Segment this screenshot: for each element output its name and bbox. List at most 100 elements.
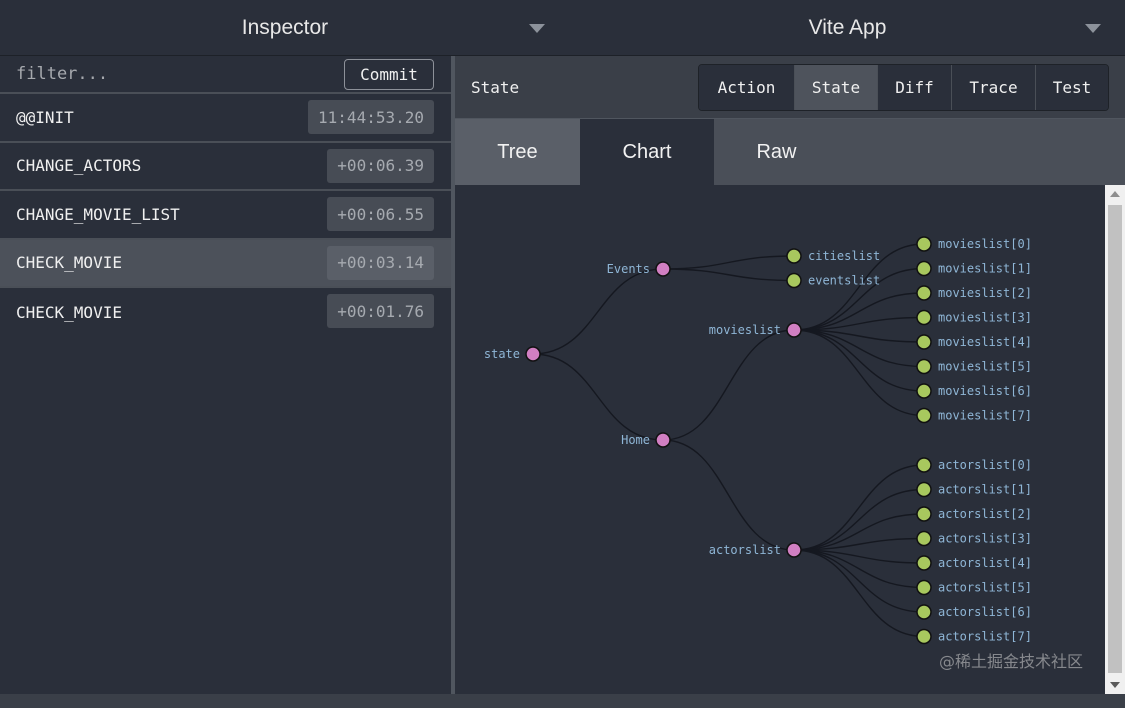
commit-button[interactable]: Commit bbox=[344, 59, 434, 90]
tree-node-label: Events bbox=[607, 262, 650, 276]
tree-node[interactable] bbox=[916, 506, 932, 522]
action-name: CHECK_MOVIE bbox=[16, 302, 122, 322]
tree-node[interactable] bbox=[525, 346, 541, 362]
tree-link bbox=[793, 464, 925, 551]
tree-node[interactable] bbox=[916, 457, 932, 473]
tree-node-label: movieslist[7] bbox=[938, 409, 1032, 423]
tab-bar: Tree Chart Raw bbox=[455, 119, 1125, 185]
tree-node[interactable] bbox=[655, 261, 671, 277]
monitor-header: State Action State Diff Trace Test bbox=[455, 56, 1125, 119]
filter-bar: filter... Commit bbox=[0, 56, 451, 94]
tree-node-label: actorslist bbox=[709, 543, 781, 557]
action-item[interactable]: @@INIT 11:44:53.20 bbox=[0, 94, 451, 143]
state-tree-svg: state Events citieslist eventslist Home movie… bbox=[484, 236, 1032, 645]
button-test[interactable]: Test bbox=[1036, 65, 1108, 110]
action-item[interactable]: CHECK_MOVIE +00:03.14 bbox=[0, 239, 451, 288]
tree-link bbox=[662, 329, 795, 441]
action-list: @@INIT 11:44:53.20 CHANGE_ACTORS +00:06.39 C… bbox=[0, 94, 451, 337]
top-bar: Inspector Vite App bbox=[0, 0, 1125, 56]
action-item[interactable]: CHECK_MOVIE +00:01.76 bbox=[0, 288, 451, 337]
tree-node[interactable] bbox=[786, 272, 802, 289]
bottom-strip bbox=[0, 694, 1125, 708]
tree-node[interactable] bbox=[916, 628, 932, 645]
tree-node[interactable] bbox=[786, 322, 802, 338]
scroll-down-icon[interactable] bbox=[1110, 682, 1120, 688]
tree-link bbox=[662, 439, 795, 551]
tab-chart[interactable]: Chart bbox=[580, 119, 714, 185]
tree-node[interactable] bbox=[786, 248, 802, 264]
tree-link bbox=[532, 268, 664, 355]
tree-node-label: movieslist[1] bbox=[938, 262, 1032, 276]
inspector-select[interactable]: Inspector bbox=[0, 0, 570, 56]
tree-node-label: movieslist[3] bbox=[938, 311, 1032, 325]
tree-node[interactable] bbox=[916, 530, 932, 547]
tree-node-label: movieslist[0] bbox=[938, 237, 1032, 251]
action-name: @@INIT bbox=[16, 107, 74, 127]
filter-input[interactable]: filter... bbox=[16, 64, 108, 84]
tree-node-label: actorslist[7] bbox=[938, 630, 1032, 644]
button-state[interactable]: State bbox=[795, 65, 878, 110]
action-name: CHANGE_MOVIE_LIST bbox=[16, 204, 180, 224]
monitor-title: State bbox=[471, 78, 520, 97]
tree-node-label: movieslist[6] bbox=[938, 384, 1032, 398]
tree-link bbox=[793, 329, 925, 392]
tree-node-label: actorslist[4] bbox=[938, 556, 1032, 570]
state-chart: state Events citieslist eventslist Home movie… bbox=[455, 185, 1105, 694]
tree-link bbox=[662, 268, 795, 282]
tree-node-label: actorslist[0] bbox=[938, 458, 1032, 472]
tree-node[interactable] bbox=[916, 555, 932, 571]
action-name: CHECK_MOVIE bbox=[16, 253, 122, 273]
inspector-title: Inspector bbox=[241, 16, 329, 39]
tree-node[interactable] bbox=[916, 285, 932, 301]
tree-node-label: eventslist bbox=[808, 274, 880, 288]
tree-node[interactable] bbox=[786, 542, 802, 558]
button-action[interactable]: Action bbox=[699, 65, 795, 110]
tree-node[interactable] bbox=[916, 309, 932, 326]
tree-node[interactable] bbox=[916, 358, 932, 375]
tree-node-label: movieslist[2] bbox=[938, 286, 1032, 300]
tree-node[interactable] bbox=[916, 334, 932, 350]
tree-link bbox=[793, 488, 925, 551]
scroll-up-icon[interactable] bbox=[1110, 191, 1120, 197]
action-item[interactable]: CHANGE_ACTORS +00:06.39 bbox=[0, 143, 451, 191]
scrollbar[interactable] bbox=[1105, 185, 1125, 694]
tree-node[interactable] bbox=[916, 236, 932, 252]
scroll-thumb[interactable] bbox=[1108, 205, 1122, 673]
view-button-group: Action State Diff Trace Test bbox=[698, 64, 1109, 111]
tree-node[interactable] bbox=[916, 604, 932, 620]
tab-tree[interactable]: Tree bbox=[455, 119, 580, 185]
tree-node-label: movieslist[5] bbox=[938, 360, 1032, 374]
tree-node-label: movieslist[4] bbox=[938, 335, 1032, 349]
app-select[interactable]: Vite App bbox=[570, 0, 1125, 56]
tree-link bbox=[793, 329, 925, 417]
app-title: Vite App bbox=[808, 16, 887, 39]
tree-node[interactable] bbox=[916, 481, 932, 498]
tree-node[interactable] bbox=[916, 407, 932, 424]
tree-node[interactable] bbox=[916, 579, 932, 596]
tree-node-label: actorslist[5] bbox=[938, 581, 1032, 595]
tree-node-label: citieslist bbox=[808, 249, 880, 263]
tab-raw[interactable]: Raw bbox=[714, 119, 839, 185]
watermark: @稀土掘金技术社区 bbox=[938, 652, 1083, 671]
tree-node[interactable] bbox=[655, 432, 671, 448]
action-item[interactable]: CHANGE_MOVIE_LIST +00:06.55 bbox=[0, 191, 451, 240]
action-time-badge: +00:06.55 bbox=[327, 197, 434, 231]
action-time-badge: 11:44:53.20 bbox=[308, 100, 434, 134]
tree-node-label: actorslist[6] bbox=[938, 605, 1032, 619]
action-time-badge: +00:01.76 bbox=[327, 294, 434, 328]
button-diff[interactable]: Diff bbox=[878, 65, 952, 110]
tree-node-label: actorslist[1] bbox=[938, 483, 1032, 497]
action-time-badge: +00:06.39 bbox=[327, 148, 434, 183]
action-name: CHANGE_ACTORS bbox=[16, 156, 142, 176]
tree-link bbox=[532, 353, 664, 441]
button-trace[interactable]: Trace bbox=[952, 65, 1036, 110]
action-list-panel: filter... Commit @@INIT 11:44:53.20 CHANGE… bbox=[0, 56, 451, 694]
chevron-down-icon bbox=[529, 24, 545, 33]
tree-link bbox=[662, 255, 795, 270]
tree-node[interactable] bbox=[916, 260, 932, 277]
tree-node-label: state bbox=[484, 347, 520, 361]
tree-link bbox=[793, 549, 925, 613]
action-time-badge: +00:03.14 bbox=[327, 245, 434, 280]
tree-node[interactable] bbox=[916, 383, 932, 399]
monitor-panel: State Action State Diff Trace Test Tree Chart… bbox=[455, 56, 1125, 694]
